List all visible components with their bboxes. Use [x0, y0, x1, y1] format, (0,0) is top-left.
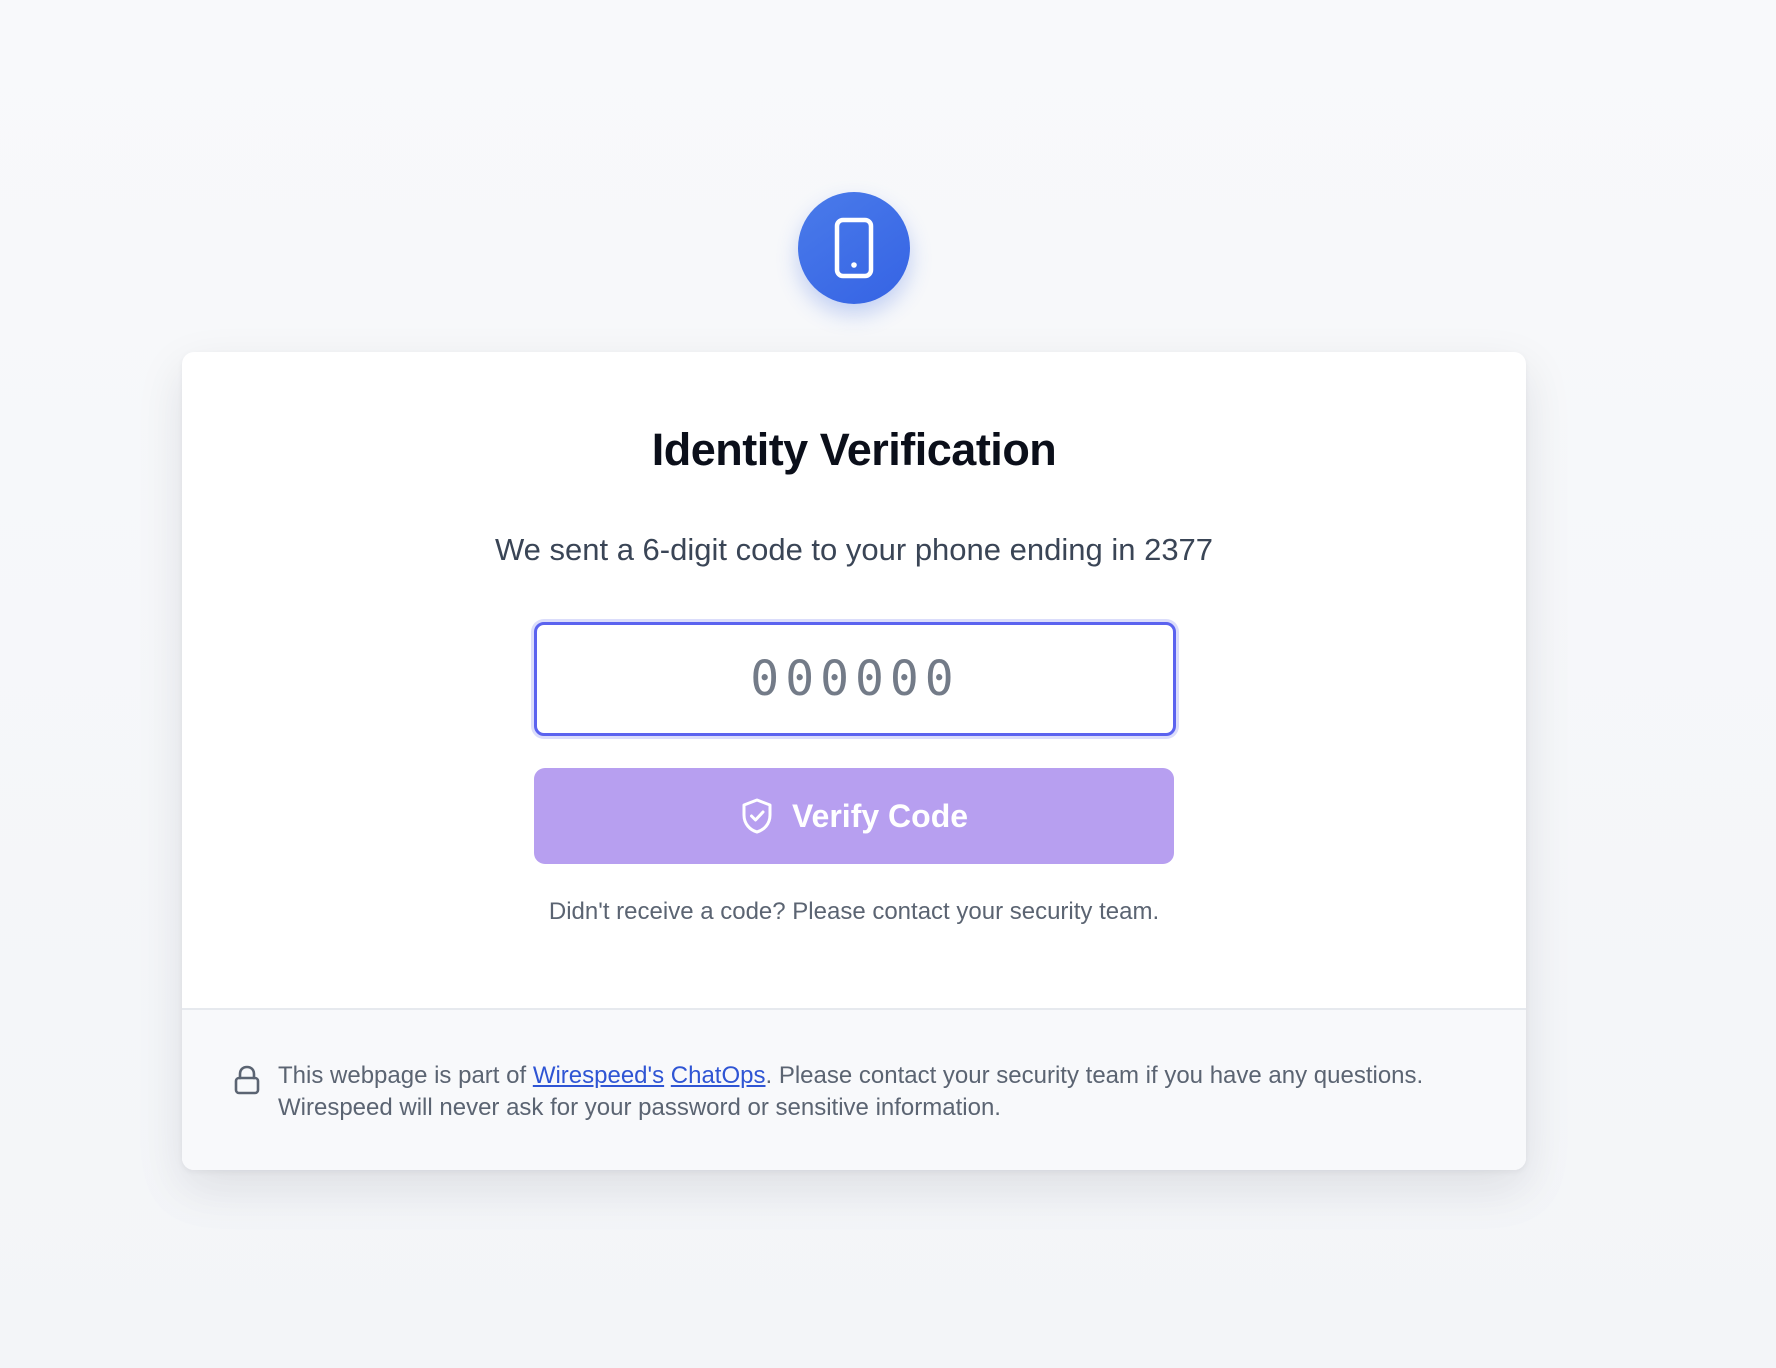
- instruction-text: We sent a 6-digit code to your phone end…: [494, 532, 1214, 567]
- shield-check-icon: [742, 798, 772, 834]
- card-body: Identity Verification We sent a 6-digit …: [182, 352, 1526, 1008]
- verification-card: Identity Verification We sent a 6-digit …: [182, 352, 1526, 1170]
- verify-code-button[interactable]: Verify Code: [534, 768, 1174, 864]
- footer-text-start: This webpage is part of: [278, 1062, 533, 1089]
- phone-badge: [798, 192, 910, 304]
- security-notice-text: This webpage is part of Wirespeed's Chat…: [278, 1060, 1438, 1124]
- lock-icon: [234, 1065, 260, 1095]
- wirespeed-link[interactable]: Wirespeed's: [533, 1062, 664, 1089]
- verification-code-input[interactable]: [534, 622, 1176, 736]
- verify-button-label: Verify Code: [791, 797, 969, 834]
- phone-icon: [834, 217, 874, 279]
- security-notice: This webpage is part of Wirespeed's Chat…: [182, 1008, 1526, 1170]
- page: Identity Verification We sent a 6-digit …: [0, 0, 1776, 1368]
- help-text: Didn't receive a code? Please contact yo…: [548, 898, 1160, 925]
- page-title: Identity Verification: [651, 424, 1057, 475]
- chatops-link[interactable]: ChatOps: [671, 1062, 766, 1089]
